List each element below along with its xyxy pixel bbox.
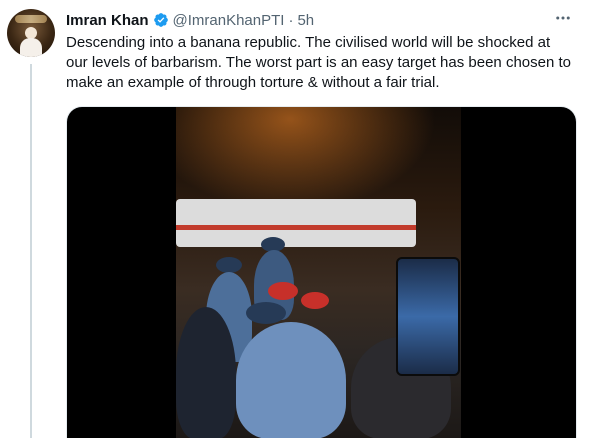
verified-badge-icon xyxy=(153,13,168,27)
video-ambulance-shape xyxy=(176,199,416,247)
avatar[interactable] xyxy=(7,9,55,57)
more-dots-glyph xyxy=(556,16,570,20)
video-red-cap xyxy=(301,292,329,309)
video-frame[interactable] xyxy=(176,107,461,438)
separator-dot: · xyxy=(288,11,294,29)
video-police-figure xyxy=(236,322,346,438)
video-phone-screen xyxy=(396,257,460,376)
author-handle[interactable]: @ImranKhanPTI xyxy=(173,12,285,29)
video-police-cap xyxy=(246,302,286,324)
tweet-text: Descending into a banana republic. The c… xyxy=(66,34,571,91)
video-person-figure xyxy=(176,307,236,438)
tweet-timestamp[interactable]: 5h xyxy=(297,12,314,29)
tweet-header: Imran Khan @ImranKhanPTI · 5h xyxy=(66,10,314,30)
author-name[interactable]: Imran Khan xyxy=(66,12,149,29)
video-red-cap xyxy=(268,282,298,300)
tweet-media-video[interactable] xyxy=(66,106,577,438)
thread-line xyxy=(30,64,32,438)
video-ambulance-stripe xyxy=(176,225,416,230)
avatar-body xyxy=(20,38,42,57)
avatar-decoration xyxy=(15,15,47,23)
video-police-cap xyxy=(216,257,242,273)
more-horizontal-icon[interactable] xyxy=(552,9,574,29)
